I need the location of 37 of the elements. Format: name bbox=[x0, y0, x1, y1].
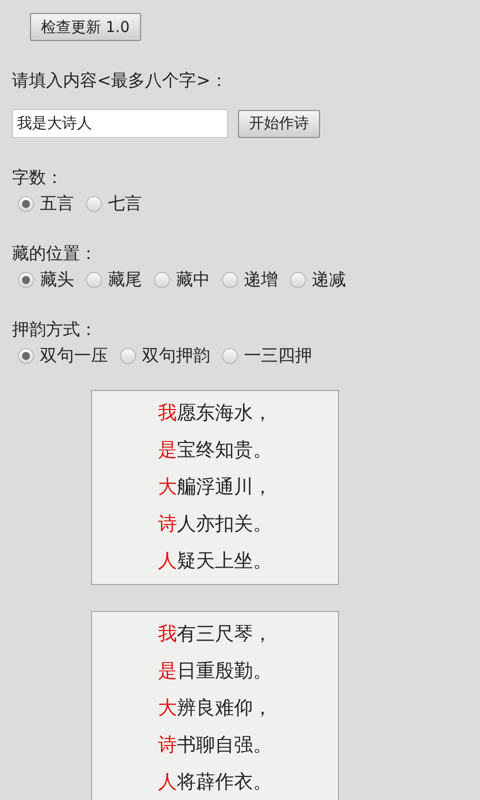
radio-button[interactable] bbox=[120, 348, 136, 364]
radio-button[interactable] bbox=[18, 272, 34, 288]
radio-label[interactable]: 藏中 bbox=[176, 268, 210, 292]
radio-label[interactable]: 藏尾 bbox=[108, 268, 142, 292]
poem-line: 人疑天上坐。 bbox=[158, 549, 272, 574]
radio-button[interactable] bbox=[222, 348, 238, 364]
input-field[interactable]: 我是大诗人 bbox=[12, 109, 228, 138]
radio-label[interactable]: 双句一压 bbox=[40, 344, 108, 368]
poem-line: 诗人亦扣关。 bbox=[158, 512, 272, 537]
radio-label[interactable]: 藏头 bbox=[40, 268, 74, 292]
check-update-button[interactable]: 检查更新 1.0 bbox=[30, 13, 141, 41]
poem-line: 是宝终知贵。 bbox=[158, 438, 272, 463]
poem-line: 诗书聊自强。 bbox=[158, 733, 272, 758]
radio-button[interactable] bbox=[86, 272, 102, 288]
poem-line: 我有三尺琴， bbox=[158, 622, 272, 647]
radio-label[interactable]: 一三四押 bbox=[244, 344, 312, 368]
poem-line: 大艑浮通川， bbox=[158, 475, 272, 500]
radio-button[interactable] bbox=[222, 272, 238, 288]
radio-button[interactable] bbox=[18, 196, 34, 212]
radio-button[interactable] bbox=[290, 272, 306, 288]
radio-label[interactable]: 递减 bbox=[312, 268, 346, 292]
radio-button[interactable] bbox=[154, 272, 170, 288]
poem-line: 我愿东海水， bbox=[158, 401, 272, 426]
group-label: 藏的位置： bbox=[12, 243, 98, 266]
start-button[interactable]: 开始作诗 bbox=[238, 110, 320, 138]
group-label: 押韵方式： bbox=[12, 319, 98, 342]
poem-line: 是 日重殷勤。 bbox=[158, 659, 272, 684]
radio-label[interactable]: 五言 bbox=[40, 192, 74, 216]
input-label: 请填入内容<最多八个字>： bbox=[12, 70, 228, 93]
poem-line: 人将薜作衣。 bbox=[158, 770, 272, 795]
radio-label[interactable]: 双句押韵 bbox=[142, 344, 210, 368]
radio-label[interactable]: 递增 bbox=[244, 268, 278, 292]
poem-line: 大辨良难仰， bbox=[158, 696, 272, 721]
group-label: 字数： bbox=[12, 167, 64, 190]
radio-label[interactable]: 七言 bbox=[108, 192, 142, 216]
radio-button[interactable] bbox=[86, 196, 102, 212]
radio-button[interactable] bbox=[18, 348, 34, 364]
